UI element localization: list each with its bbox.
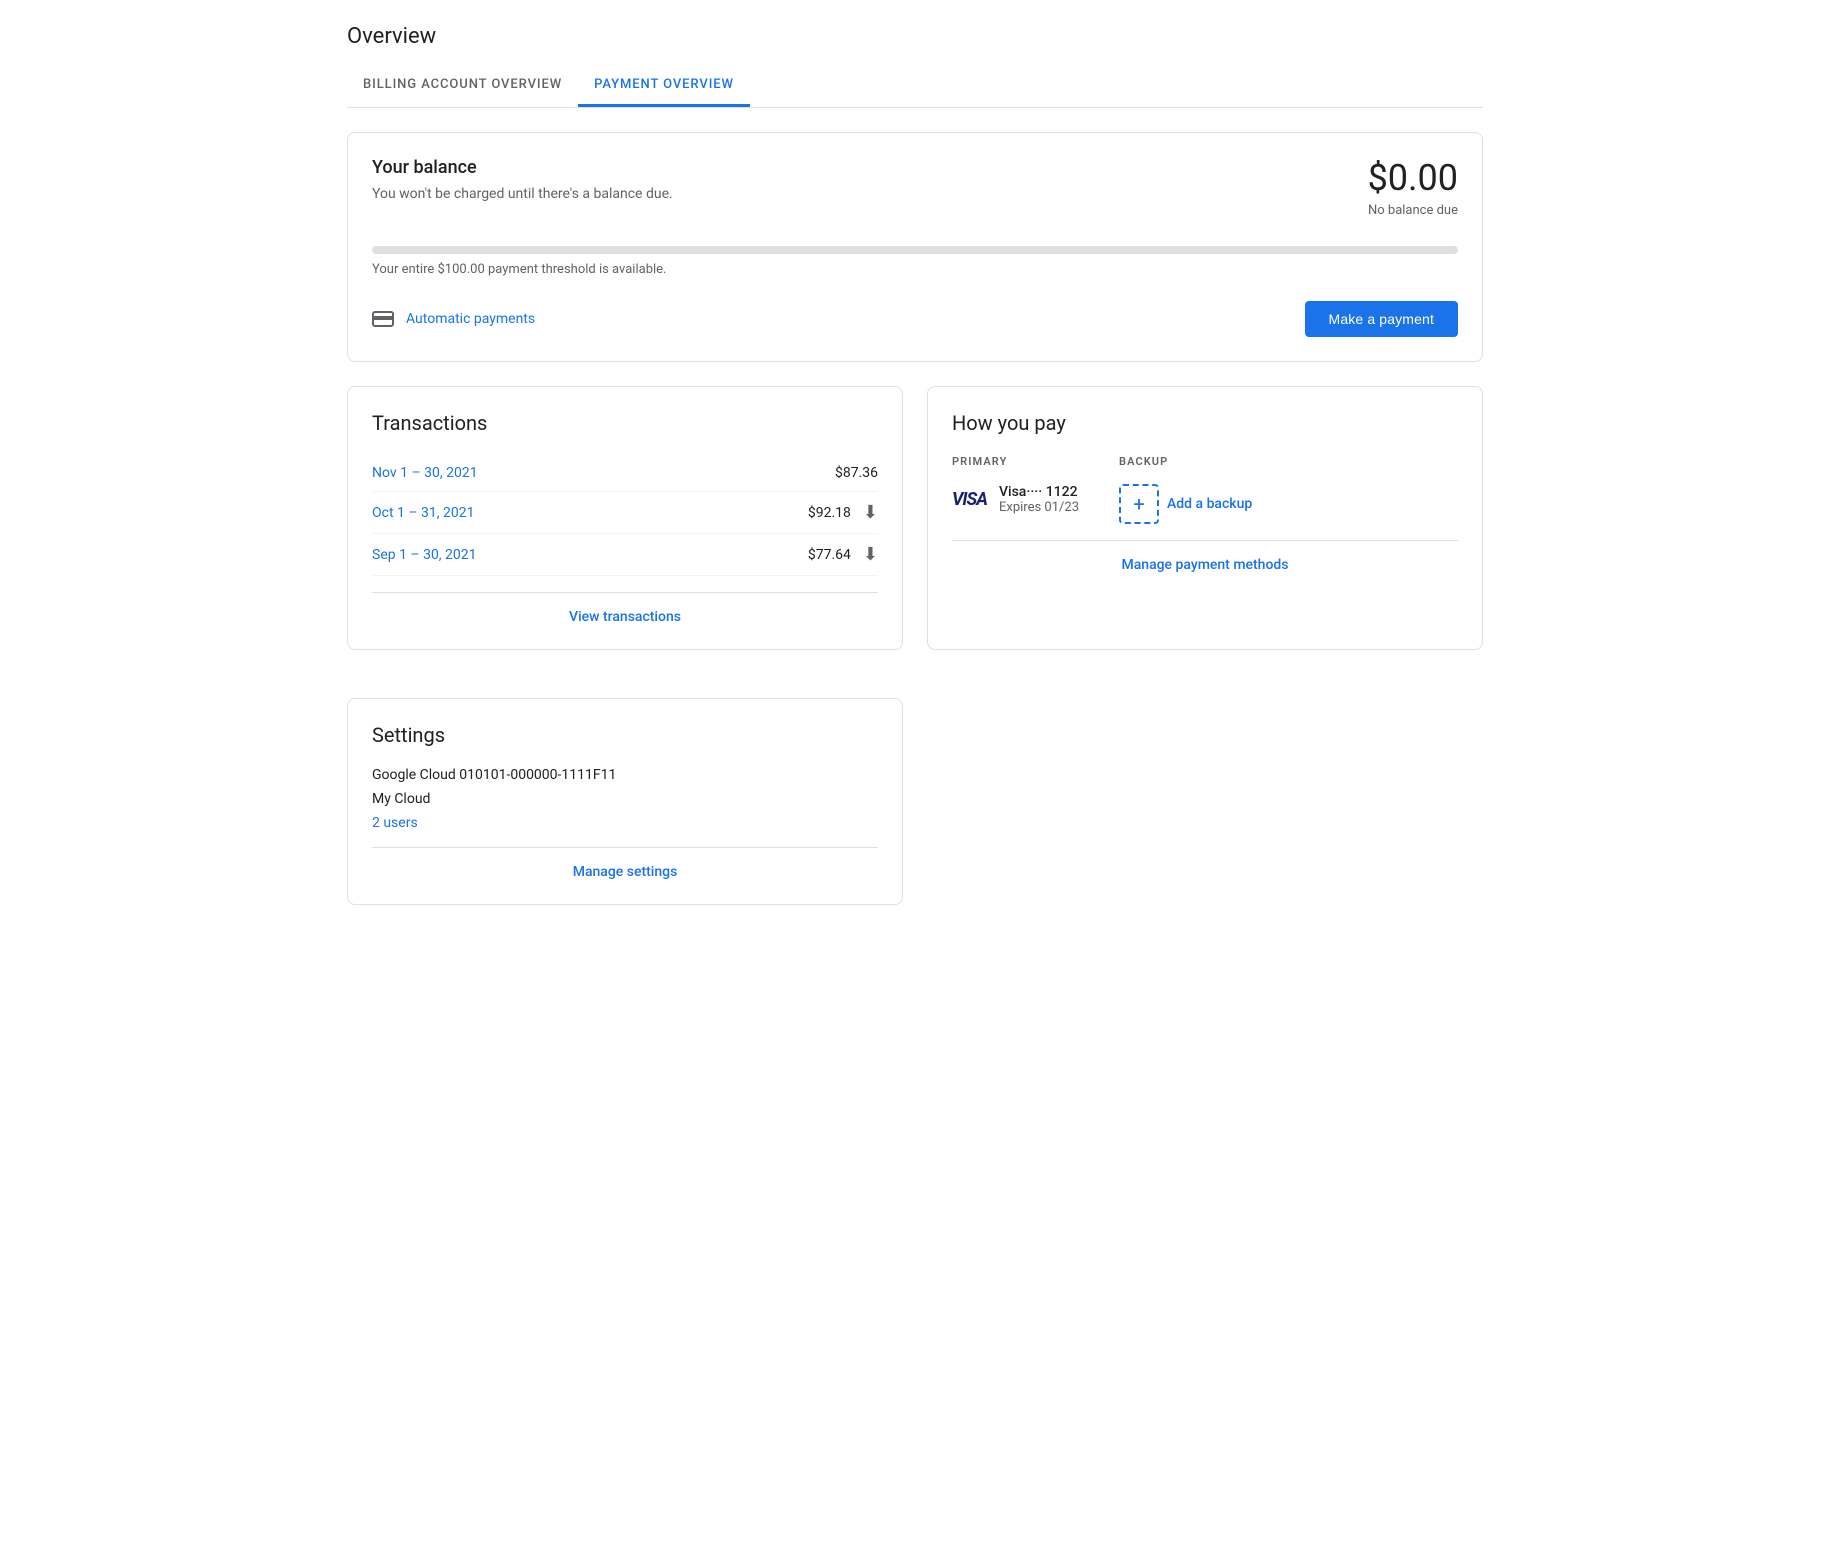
primary-card-info: VISA Visa···· 1122 Expires 01/23 — [952, 484, 1079, 515]
transaction-amount-2: $92.18 — [808, 505, 851, 521]
transaction-period-2[interactable]: Oct 1 – 31, 2021 — [372, 505, 474, 521]
tab-billing-account-overview[interactable]: BILLING ACCOUNT OVERVIEW — [347, 65, 578, 107]
transaction-amount-3: $77.64 — [808, 547, 851, 563]
transaction-period-3[interactable]: Sep 1 – 30, 2021 — [372, 547, 477, 563]
progress-bar-track — [372, 246, 1458, 254]
threshold-text: Your entire $100.00 payment threshold is… — [372, 262, 1458, 277]
primary-label: PRIMARY — [952, 455, 1079, 468]
tab-payment-overview[interactable]: PAYMENT OVERVIEW — [578, 65, 750, 107]
table-row: Sep 1 – 30, 2021 $77.64 ⬇ — [372, 534, 878, 576]
page-title: Overview — [347, 24, 1483, 49]
table-row: Nov 1 – 30, 2021 $87.36 — [372, 455, 878, 492]
how-you-pay-card: How you pay PRIMARY VISA Visa···· 1122 E… — [927, 386, 1483, 650]
download-icon-2[interactable]: ⬇ — [863, 544, 878, 565]
settings-users-link[interactable]: 2 users — [372, 815, 418, 831]
add-backup-button[interactable]: + Add a backup — [1119, 484, 1252, 524]
transaction-period-1[interactable]: Nov 1 – 30, 2021 — [372, 465, 478, 481]
backup-label: BACKUP — [1119, 455, 1252, 468]
download-icon-1[interactable]: ⬇ — [863, 502, 878, 523]
balance-amount-label: No balance due — [1368, 203, 1458, 218]
settings-account-name: My Cloud — [372, 791, 878, 807]
balance-card: Your balance You won't be charged until … — [347, 132, 1483, 362]
make-payment-button[interactable]: Make a payment — [1305, 301, 1458, 337]
visa-logo: VISA — [952, 489, 987, 510]
settings-account-id: Google Cloud 010101-000000-1111F11 — [372, 767, 878, 783]
view-transactions-link[interactable]: View transactions — [569, 609, 681, 625]
settings-card: Settings Google Cloud 010101-000000-1111… — [347, 698, 903, 905]
settings-info: Google Cloud 010101-000000-1111F11 My Cl… — [372, 767, 878, 831]
balance-title: Your balance — [372, 157, 673, 178]
balance-subtitle: You won't be charged until there's a bal… — [372, 186, 673, 202]
add-circle-icon: + — [1119, 484, 1159, 524]
transaction-amount-1: $87.36 — [835, 465, 878, 481]
manage-payment-methods-link[interactable]: Manage payment methods — [1121, 557, 1288, 573]
auto-payments-link[interactable]: Automatic payments — [372, 311, 535, 327]
credit-card-icon — [372, 311, 394, 327]
how-you-pay-title: How you pay — [952, 411, 1458, 435]
transactions-title: Transactions — [372, 411, 878, 435]
manage-settings-link[interactable]: Manage settings — [573, 864, 678, 880]
balance-amount: $0.00 — [1368, 157, 1458, 199]
table-row: Oct 1 – 31, 2021 $92.18 ⬇ — [372, 492, 878, 534]
card-number: Visa···· 1122 — [999, 484, 1079, 500]
settings-title: Settings — [372, 723, 878, 747]
tabs: BILLING ACCOUNT OVERVIEW PAYMENT OVERVIE… — [347, 65, 1483, 108]
card-expiry: Expires 01/23 — [999, 500, 1079, 515]
progress-bar-container — [372, 246, 1458, 254]
transactions-card: Transactions Nov 1 – 30, 2021 $87.36 Oct… — [347, 386, 903, 650]
add-backup-label: Add a backup — [1167, 496, 1252, 512]
